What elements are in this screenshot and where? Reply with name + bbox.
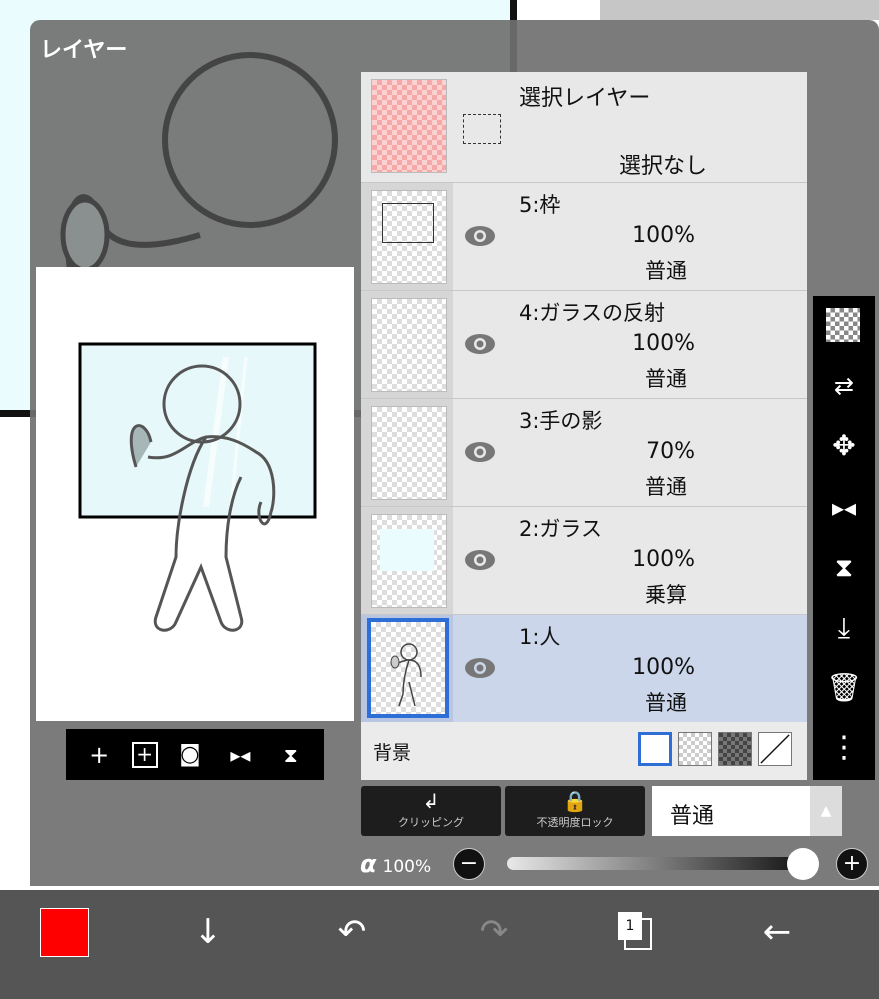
layer-list: 選択レイヤー 選択なし 5:枠 100% 普通 4:ガラスの反射 100% 普通… bbox=[361, 72, 807, 780]
canvas-margin bbox=[600, 0, 879, 20]
bg-white-swatch[interactable] bbox=[638, 732, 672, 766]
layer-name: 5:枠 bbox=[519, 193, 561, 217]
flip-horizontal-icon[interactable]: ▸◂ bbox=[222, 745, 258, 765]
alpha-slider[interactable] bbox=[507, 857, 807, 870]
add-layer-box-icon[interactable]: + bbox=[131, 741, 158, 768]
layer-thumbnail bbox=[371, 190, 447, 284]
blend-mode-select[interactable]: 普通 ▲ bbox=[652, 786, 842, 836]
back-arrow-icon[interactable]: ← bbox=[755, 910, 799, 954]
layer-opacity: 100% bbox=[632, 547, 695, 572]
visibility-eye-icon[interactable] bbox=[463, 437, 497, 467]
selection-dotted-box-icon bbox=[463, 114, 501, 144]
visibility-eye-icon[interactable] bbox=[463, 329, 497, 359]
clipping-arrow-icon: ↲ bbox=[422, 789, 440, 813]
selection-layer-row[interactable]: 選択レイヤー 選択なし bbox=[361, 72, 807, 183]
preview-image bbox=[78, 342, 317, 632]
flip-horizontal-icon[interactable]: ▸◂ bbox=[826, 490, 862, 526]
selection-layer-thumbnail bbox=[371, 79, 447, 173]
checker-icon[interactable] bbox=[826, 308, 860, 342]
layer-blend-mode: 普通 bbox=[645, 691, 687, 715]
layer-blend-mode: 普通 bbox=[645, 367, 687, 391]
pages-icon[interactable]: 1 bbox=[612, 910, 656, 954]
layer-opacity: 70% bbox=[646, 439, 695, 464]
layer-blend-mode: 普通 bbox=[645, 259, 687, 283]
layer-thumbnail bbox=[371, 514, 447, 608]
more-options-icon[interactable]: ⋮ bbox=[826, 730, 862, 766]
alpha-decrease-button[interactable]: − bbox=[453, 848, 485, 880]
layer-thumbnail bbox=[367, 618, 449, 718]
alpha-slider-knob[interactable] bbox=[787, 848, 819, 880]
merge-down-icon[interactable]: ⤓ bbox=[826, 610, 862, 646]
alpha-readout: α 100% bbox=[360, 850, 431, 878]
add-layer-icon[interactable]: + bbox=[81, 743, 117, 767]
swap-layer-icon[interactable]: ⇄ bbox=[826, 368, 862, 404]
dropdown-arrow-icon[interactable]: ▲ bbox=[810, 786, 842, 836]
layer-opacity: 100% bbox=[632, 331, 695, 356]
down-arrow-icon[interactable]: ↓ bbox=[186, 910, 230, 954]
layer-blend-mode: 普通 bbox=[645, 475, 687, 499]
background-label: 背景 bbox=[373, 742, 412, 764]
panel-title: レイヤー bbox=[40, 38, 128, 63]
layer-tools-sidebar: ⇄ ✥ ▸◂ ⧗ ⤓ 🗑 ⋮ bbox=[813, 296, 875, 780]
blend-mode-value: 普通 bbox=[670, 804, 715, 829]
layer-thumbnail bbox=[371, 406, 447, 500]
layer-name: 4:ガラスの反射 bbox=[519, 301, 666, 325]
layer-row[interactable]: 4:ガラスの反射 100% 普通 bbox=[361, 291, 807, 399]
layer-opacity: 100% bbox=[632, 223, 695, 248]
layer-thumbnail bbox=[371, 298, 447, 392]
move-icon[interactable]: ✥ bbox=[826, 428, 862, 464]
layer-name: 1:人 bbox=[519, 625, 561, 649]
selection-layer-status: 選択なし bbox=[618, 154, 707, 179]
flip-vertical-icon[interactable]: ⧗ bbox=[273, 745, 309, 765]
visibility-eye-icon[interactable] bbox=[463, 221, 497, 251]
bg-dark-checker-swatch[interactable] bbox=[718, 732, 752, 766]
bg-none-swatch[interactable] bbox=[758, 732, 792, 766]
camera-icon[interactable]: ◙ bbox=[172, 743, 208, 766]
visibility-eye-icon[interactable] bbox=[463, 545, 497, 575]
selection-layer-name: 選択レイヤー bbox=[519, 86, 651, 111]
opacity-lock-button[interactable]: 🔒 不透明度ロック bbox=[505, 786, 645, 836]
bottom-toolbar: ↓ ↶ ↷ 1 ← bbox=[0, 890, 879, 999]
undo-icon[interactable]: ↶ bbox=[330, 910, 374, 954]
bg-transparent-swatch[interactable] bbox=[678, 732, 712, 766]
alpha-increase-button[interactable]: + bbox=[836, 848, 868, 880]
layer-row[interactable]: 3:手の影 70% 普通 bbox=[361, 399, 807, 507]
layer-row[interactable]: 5:枠 100% 普通 bbox=[361, 183, 807, 291]
lock-alpha-icon: 🔒 bbox=[562, 789, 588, 813]
flip-vertical-icon[interactable]: ⧗ bbox=[826, 550, 862, 586]
page-number: 1 bbox=[618, 912, 642, 940]
visibility-eye-icon[interactable] bbox=[463, 653, 497, 683]
trash-icon[interactable]: 🗑 bbox=[826, 670, 862, 706]
alpha-symbol: α bbox=[360, 850, 377, 878]
redo-icon[interactable]: ↷ bbox=[472, 910, 516, 954]
layer-name: 2:ガラス bbox=[519, 517, 603, 541]
layer-blend-mode: 乗算 bbox=[645, 583, 687, 607]
canvas-preview[interactable] bbox=[36, 267, 354, 721]
layer-name: 3:手の影 bbox=[519, 409, 603, 433]
layer-row[interactable]: 2:ガラス 100% 乗算 bbox=[361, 507, 807, 615]
layer-opacity: 100% bbox=[632, 655, 695, 680]
alpha-value: 100% bbox=[382, 857, 432, 877]
current-color-swatch[interactable] bbox=[40, 908, 89, 957]
layer-row-selected[interactable]: 1:人 100% 普通 bbox=[361, 615, 807, 723]
preview-toolbar: + + ◙ ▸◂ ⧗ bbox=[66, 729, 324, 780]
clipping-button[interactable]: ↲ クリッピング bbox=[361, 786, 501, 836]
background-row: 背景 bbox=[361, 722, 807, 780]
